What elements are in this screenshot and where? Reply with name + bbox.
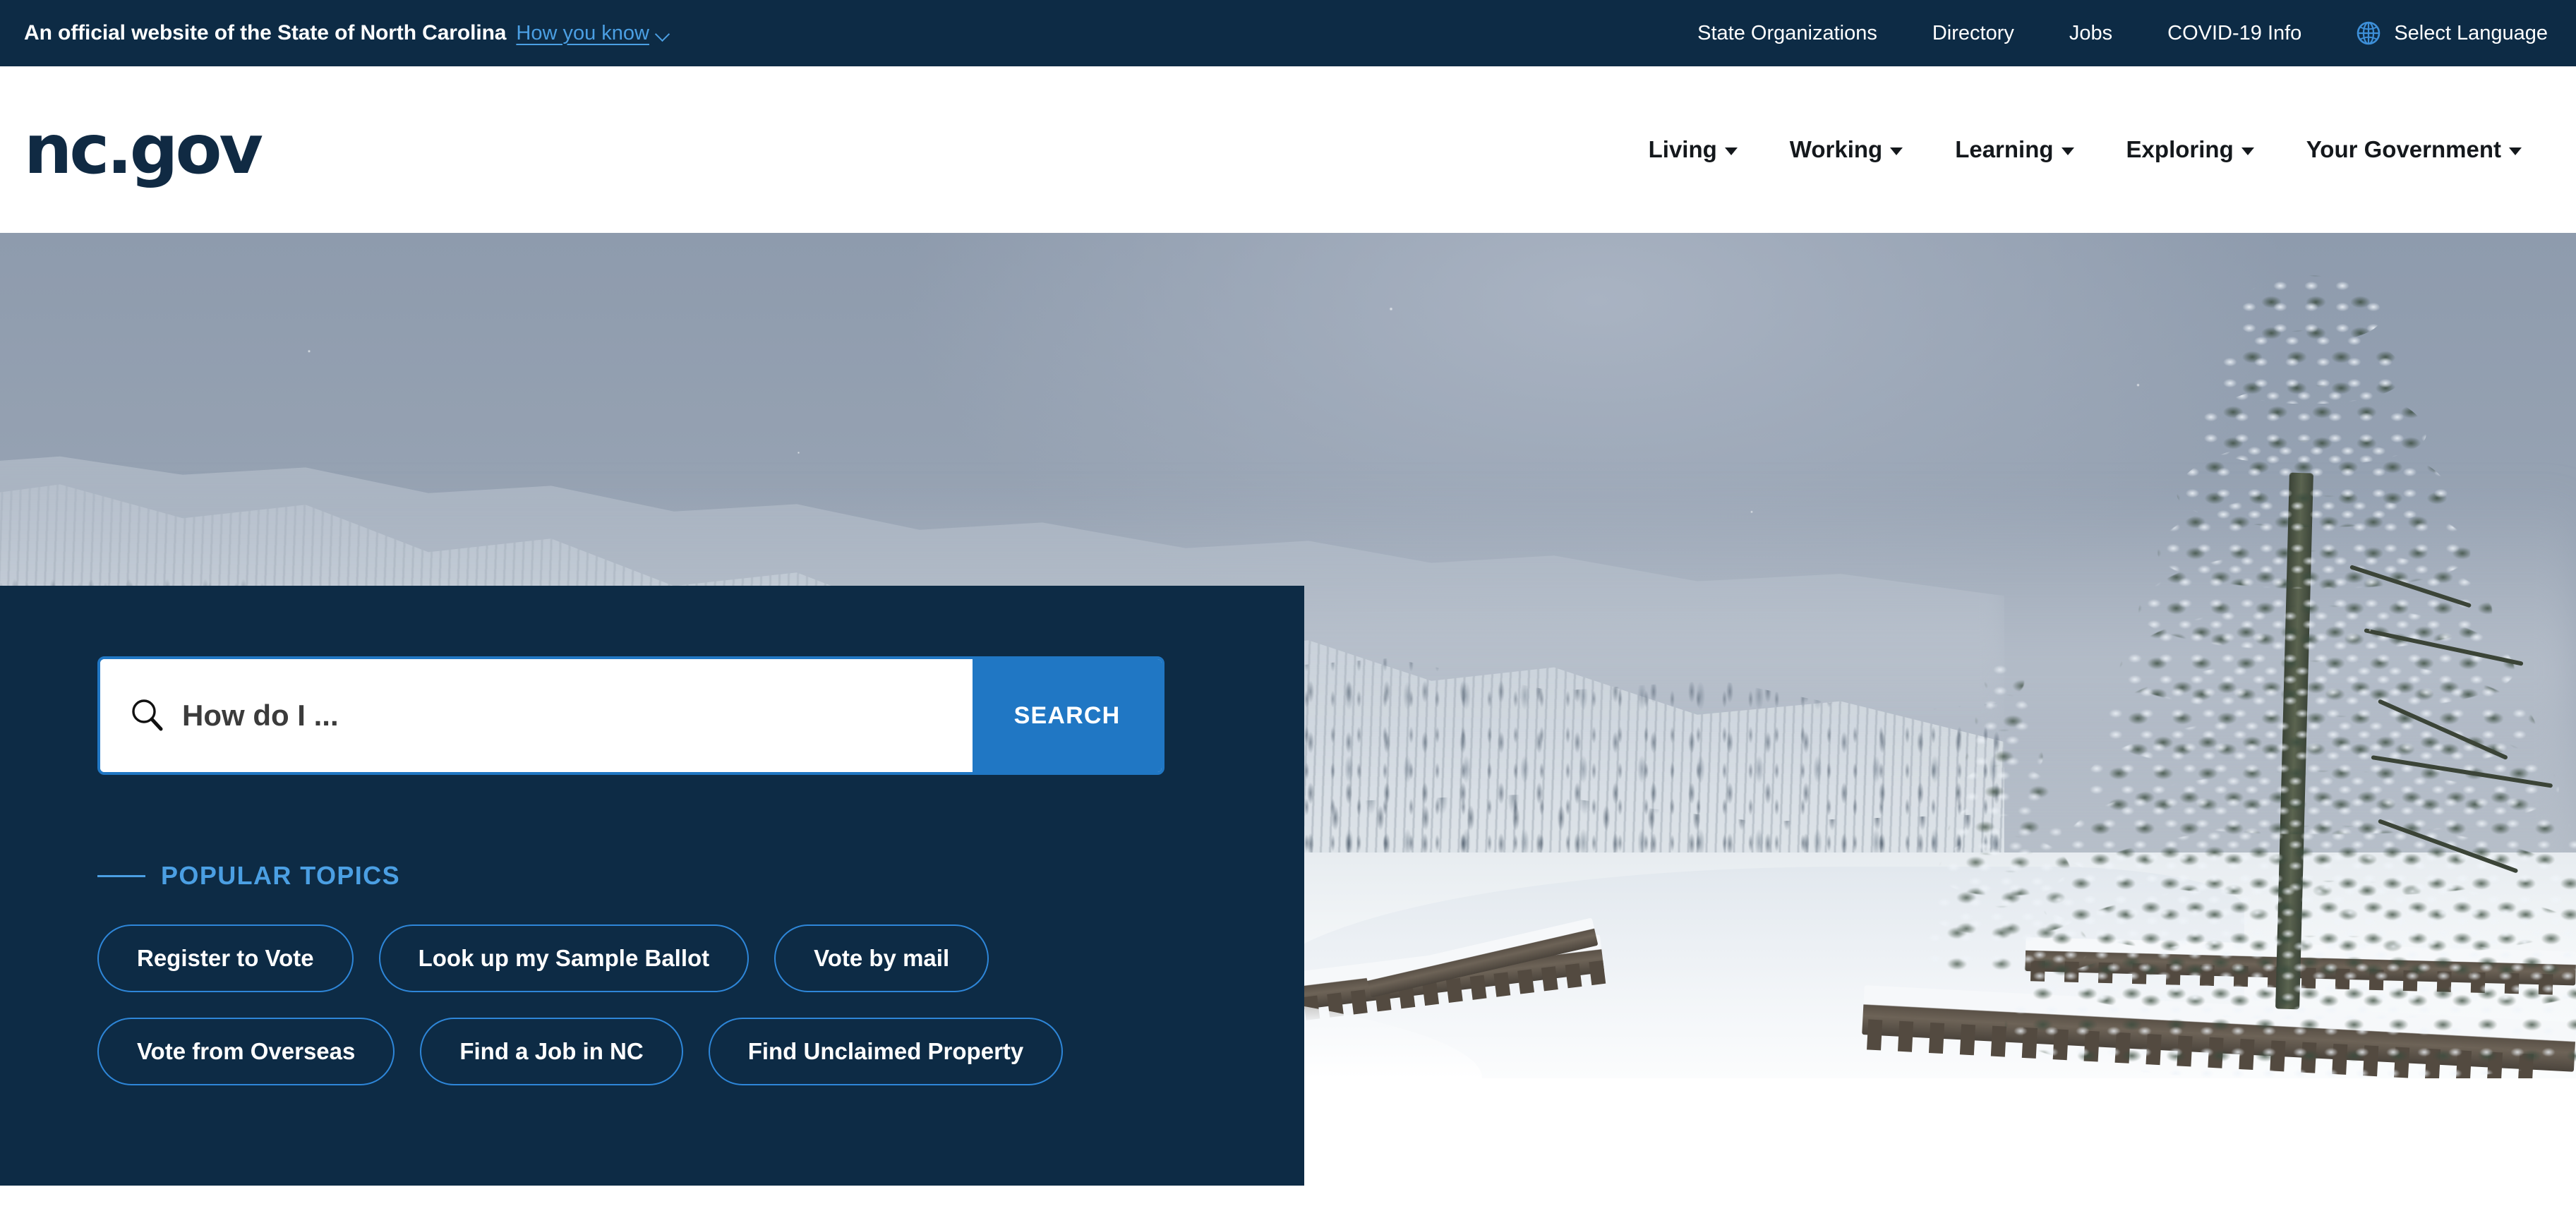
top-link-jobs[interactable]: Jobs: [2042, 22, 2140, 45]
popular-topics-list: Register to Vote Look up my Sample Ballo…: [97, 924, 1100, 1085]
nav-item-your-government[interactable]: Your Government: [2280, 136, 2548, 163]
hero-guardrail-post: [1867, 1019, 1883, 1051]
search-input[interactable]: [182, 699, 973, 733]
hero-guardrail-post: [1959, 1023, 1976, 1056]
nav-item-learning[interactable]: Learning: [1929, 136, 2100, 163]
caret-down-icon: [1724, 147, 1738, 155]
official-website-text: An official website of the State of Nort…: [24, 21, 507, 44]
top-utility-bar: An official website of the State of Nort…: [0, 0, 2576, 66]
top-link-directory[interactable]: Directory: [1905, 22, 2042, 45]
search-bar: SEARCH: [97, 656, 1164, 775]
how-you-know-label: How you know: [516, 21, 649, 44]
popular-topics-title: POPULAR TOPICS: [161, 861, 400, 890]
search-button[interactable]: SEARCH: [973, 659, 1162, 772]
nav-item-working[interactable]: Working: [1764, 136, 1929, 163]
popular-topics-rule: [97, 874, 145, 877]
site-logo[interactable]: nc.gov: [24, 116, 263, 183]
hero-guardrail-post: [1517, 969, 1535, 994]
nav-item-label: Exploring: [2126, 136, 2234, 162]
search-icon: [132, 699, 163, 731]
hero-guardrail-post: [1541, 965, 1558, 992]
hero-guardrail-post: [1897, 1020, 1914, 1052]
hero-foreground-evergreen-tree: [1990, 261, 2576, 1078]
caret-down-icon: [2061, 147, 2074, 155]
how-you-know-toggle[interactable]: How you know: [516, 22, 672, 45]
nav-item-exploring[interactable]: Exploring: [2100, 136, 2280, 163]
top-link-covid-19-info[interactable]: COVID-19 Info: [2140, 22, 2329, 45]
topic-pill-look-up-my-sample-ballot[interactable]: Look up my Sample Ballot: [378, 924, 750, 992]
globe-icon: [2357, 21, 2381, 45]
search-input-container: [100, 659, 973, 772]
caret-down-icon: [2241, 147, 2254, 155]
select-language-button[interactable]: Select Language: [2329, 19, 2548, 47]
caret-down-icon: [2509, 147, 2522, 155]
topic-pill-find-unclaimed-property[interactable]: Find Unclaimed Property: [708, 1018, 1064, 1085]
hero-guardrail-post: [1990, 1025, 2007, 1057]
hero-guardrail-post: [1445, 977, 1463, 1004]
main-navigation: Living Working Learning Exploring Your G…: [1623, 136, 2548, 163]
hero-guardrail-post: [1493, 972, 1511, 997]
chevron-down-icon: [656, 29, 672, 38]
hero-guardrail-post: [1565, 963, 1582, 989]
nav-item-living[interactable]: Living: [1623, 136, 1764, 163]
hero-guardrail-post: [1589, 960, 1606, 986]
topic-pill-vote-by-mail[interactable]: Vote by mail: [774, 924, 989, 992]
caret-down-icon: [1890, 147, 1903, 155]
topic-pill-register-to-vote[interactable]: Register to Vote: [97, 924, 354, 992]
select-language-label: Select Language: [2394, 21, 2548, 44]
topic-pill-find-a-job-in-nc[interactable]: Find a Job in NC: [420, 1018, 683, 1085]
hero-guardrail-post: [1928, 1022, 1945, 1054]
hero-search-panel: SEARCH POPULAR TOPICS Register to Vote L…: [0, 586, 1304, 1186]
top-utility-links: State Organizations Directory Jobs COVID…: [1670, 19, 2548, 47]
nav-item-label: Working: [1789, 136, 1883, 162]
nav-item-label: Living: [1648, 136, 1717, 162]
top-link-state-organizations[interactable]: State Organizations: [1670, 22, 1905, 45]
popular-topics-heading: POPULAR TOPICS: [97, 861, 1304, 891]
official-notice: An official website of the State of Nort…: [24, 21, 672, 45]
topic-pill-vote-from-overseas[interactable]: Vote from Overseas: [97, 1018, 395, 1085]
hero-guardrail-post: [1350, 989, 1368, 1015]
hero-guardrail-post: [1469, 975, 1487, 1001]
nav-item-label: Your Government: [2306, 136, 2501, 162]
site-header: nc.gov Living Working Learning Exploring…: [0, 66, 2576, 233]
nav-item-label: Learning: [1955, 136, 2054, 162]
